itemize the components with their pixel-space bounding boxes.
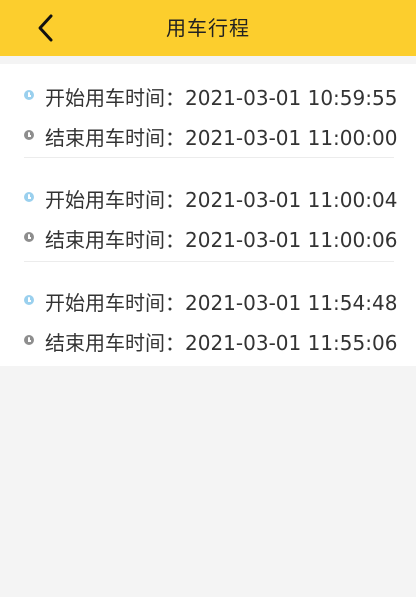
start-time-text: 开始用车时间：2021-03-01 11:54:48 xyxy=(45,291,398,315)
clock-icon xyxy=(24,335,34,345)
end-time-row: 结束用车时间：2021-03-01 11:00:06 xyxy=(0,222,416,252)
clock-icon xyxy=(24,192,34,202)
clock-icon xyxy=(24,90,34,100)
end-time-text: 结束用车时间：2021-03-01 11:00:06 xyxy=(45,228,398,252)
divider xyxy=(24,261,394,262)
clock-icon xyxy=(24,295,34,305)
clock-icon xyxy=(24,130,34,140)
start-time-row: 开始用车时间：2021-03-01 10:59:55 xyxy=(0,80,416,110)
trip-item[interactable]: 开始用车时间：2021-03-01 11:54:48 结束用车时间：2021-0… xyxy=(0,284,416,376)
start-time-text: 开始用车时间：2021-03-01 11:00:04 xyxy=(45,188,398,212)
start-time-text: 开始用车时间：2021-03-01 10:59:55 xyxy=(45,86,398,110)
start-time-row: 开始用车时间：2021-03-01 11:00:04 xyxy=(0,182,416,212)
back-button[interactable] xyxy=(28,10,64,46)
app-header: 用车行程 xyxy=(0,0,416,56)
chevron-left-icon xyxy=(38,14,53,42)
clock-icon xyxy=(24,232,34,242)
trip-list: 开始用车时间：2021-03-01 10:59:55 结束用车时间：2021-0… xyxy=(0,64,416,366)
end-time-text: 结束用车时间：2021-03-01 11:00:00 xyxy=(45,126,398,150)
end-time-row: 结束用车时间：2021-03-01 11:00:00 xyxy=(0,120,416,150)
end-time-row: 结束用车时间：2021-03-01 11:55:06 xyxy=(0,325,416,355)
trip-item[interactable]: 开始用车时间：2021-03-01 10:59:55 结束用车时间：2021-0… xyxy=(0,76,416,168)
end-time-text: 结束用车时间：2021-03-01 11:55:06 xyxy=(45,331,398,355)
trip-item[interactable]: 开始用车时间：2021-03-01 11:00:04 结束用车时间：2021-0… xyxy=(0,180,416,272)
start-time-row: 开始用车时间：2021-03-01 11:54:48 xyxy=(0,285,416,315)
divider xyxy=(24,157,394,158)
